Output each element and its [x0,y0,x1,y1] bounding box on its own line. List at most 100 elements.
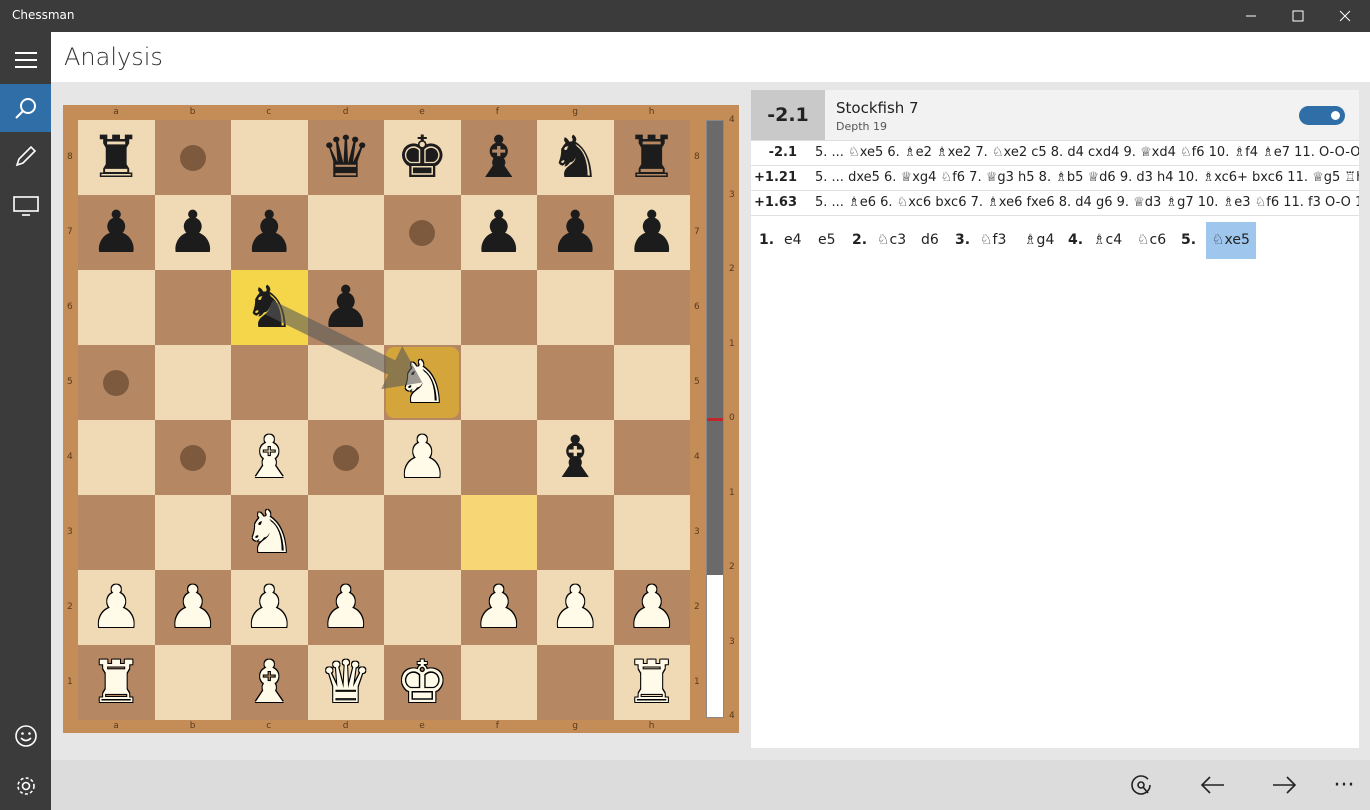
legal-move-dot[interactable] [332,444,359,471]
black-pawn-h7[interactable]: ♟ [614,195,691,270]
legal-move-dot[interactable] [103,369,130,396]
black-knight-g8[interactable]: ♞ [537,120,614,195]
menu-button[interactable] [0,36,51,84]
move[interactable]: ♗c4 [1093,222,1122,259]
square-c8[interactable] [231,120,308,195]
square-h3[interactable] [613,495,690,570]
pencil-icon [15,145,36,167]
square-d3[interactable] [307,495,384,570]
square-h4[interactable] [613,420,690,495]
black-knight-c6[interactable]: ♞ [231,270,308,345]
white-pawn-b2[interactable]: ♟ [155,570,232,645]
engine-line[interactable]: +1.63 5. ... ♗e6 6. ♘xc6 bxc6 7. ♗xe6 fx… [751,191,1359,216]
move[interactable]: ♗g4 [1024,222,1054,259]
square-h5[interactable] [613,345,690,420]
white-pawn-a2[interactable]: ♟ [78,570,155,645]
file-label: h [648,107,655,117]
black-queen-d8[interactable]: ♛ [308,120,385,195]
square-d7[interactable] [307,195,384,270]
minimize-button[interactable] [1228,0,1274,32]
engine-toggle[interactable] [1299,106,1345,125]
black-rook-h8[interactable]: ♜ [614,120,691,195]
analyze-icon [1131,775,1151,795]
square-f3[interactable] [460,495,537,570]
move[interactable]: e4 [784,222,802,259]
current-move[interactable]: ♘xe5 [1206,222,1256,259]
sidebar-item-analysis[interactable] [0,84,51,132]
square-f1[interactable] [460,645,537,720]
square-g3[interactable] [537,495,614,570]
square-h6[interactable] [613,270,690,345]
sidebar-item-display[interactable] [0,182,51,230]
chess-board[interactable]: ♜ ♛ ♚ ♝ ♞ ♜ ♟ ♟ ♟ ♟ ♟ ♟ ♞ ♟ ♞ ♝ ♟ ♝ ♞ ♟ ♟ ♟ ♟ ♟ ♟ ♟ ♜ ♝ ♛ ♚ ♜ [78,120,690,720]
square-a3[interactable] [78,495,155,570]
legal-move-dot[interactable] [409,219,436,246]
black-bishop-g4[interactable]: ♝ [537,420,614,495]
engine-line[interactable]: +1.21 5. ... dxe5 6. ♕xg4 ♘f6 7. ♕g3 h5 … [751,166,1359,191]
legal-move-dot[interactable] [179,444,206,471]
white-rook-a1[interactable]: ♜ [78,645,155,720]
settings-button[interactable] [0,762,51,810]
move[interactable]: d6 [921,222,939,259]
black-king-e8[interactable]: ♚ [384,120,461,195]
white-knight-c3[interactable]: ♞ [231,495,308,570]
evaluation-tick: 4 [729,711,735,721]
square-f4[interactable] [460,420,537,495]
black-pawn-c7[interactable]: ♟ [231,195,308,270]
white-king-e1[interactable]: ♚ [384,645,461,720]
square-a4[interactable] [78,420,155,495]
white-pawn-c2[interactable]: ♟ [231,570,308,645]
square-f6[interactable] [460,270,537,345]
black-pawn-d6[interactable]: ♟ [308,270,385,345]
engine-line-value: -2.1 [768,145,797,160]
move[interactable]: e5 [818,222,836,259]
white-pawn-g2[interactable]: ♟ [537,570,614,645]
square-e6[interactable] [384,270,461,345]
square-b6[interactable] [154,270,231,345]
next-move-button[interactable] [1259,760,1309,810]
move-number: 1. [759,232,775,248]
square-b3[interactable] [154,495,231,570]
more-button[interactable]: ··· [1319,760,1369,810]
white-pawn-f2[interactable]: ♟ [461,570,538,645]
white-rook-h1[interactable]: ♜ [614,645,691,720]
square-f5[interactable] [460,345,537,420]
square-g1[interactable] [537,645,614,720]
move[interactable]: ♘c3 [877,222,906,259]
square-e2[interactable] [384,570,461,645]
black-rook-a8[interactable]: ♜ [78,120,155,195]
square-g5[interactable] [537,345,614,420]
square-b1[interactable] [154,645,231,720]
black-pawn-f7[interactable]: ♟ [461,195,538,270]
square-c5[interactable] [231,345,308,420]
white-pawn-d2[interactable]: ♟ [308,570,385,645]
white-pawn-h2[interactable]: ♟ [614,570,691,645]
white-pawn-e4[interactable]: ♟ [384,420,461,495]
previous-move-button[interactable] [1188,760,1238,810]
square-b5[interactable] [154,345,231,420]
square-d5[interactable] [307,345,384,420]
white-knight-e5[interactable]: ♞ [384,345,461,420]
black-pawn-b7[interactable]: ♟ [155,195,232,270]
legal-move-dot[interactable] [179,144,206,171]
file-label: c [266,721,272,731]
close-button[interactable] [1322,0,1368,32]
white-bishop-c1[interactable]: ♝ [231,645,308,720]
page-title: Analysis [64,43,163,71]
square-a6[interactable] [78,270,155,345]
square-e3[interactable] [384,495,461,570]
square-g6[interactable] [537,270,614,345]
white-queen-d1[interactable]: ♛ [308,645,385,720]
move[interactable]: ♘c6 [1137,222,1166,259]
engine-line[interactable]: -2.1 5. ... ♘xe5 6. ♗e2 ♗xe2 7. ♘xe2 c5 … [751,141,1359,166]
feedback-button[interactable] [0,712,51,760]
white-bishop-c4[interactable]: ♝ [231,420,308,495]
analyze-button[interactable] [1116,760,1166,810]
black-pawn-a7[interactable]: ♟ [78,195,155,270]
sidebar [0,32,51,810]
black-bishop-f8[interactable]: ♝ [461,120,538,195]
move[interactable]: ♘f3 [980,222,1006,259]
sidebar-item-edit[interactable] [0,132,51,180]
maximize-button[interactable] [1275,0,1321,32]
black-pawn-g7[interactable]: ♟ [537,195,614,270]
